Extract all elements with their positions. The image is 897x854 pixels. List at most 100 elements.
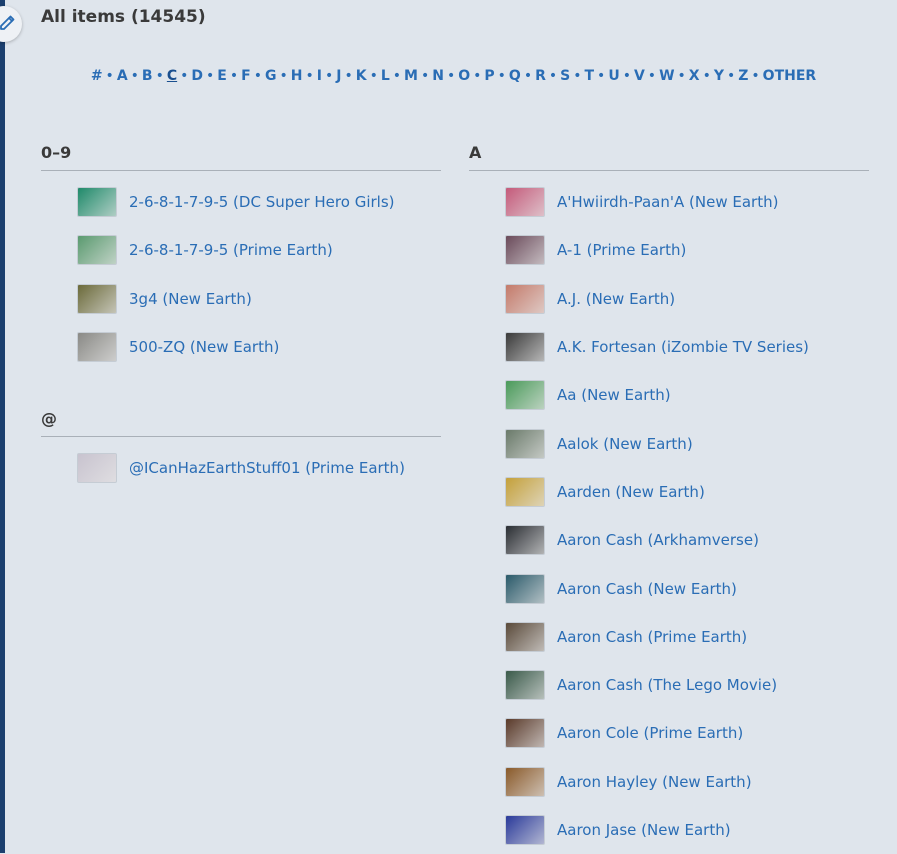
list-item: Aaron Cash (Arkhamverse) — [469, 516, 869, 564]
nav-letter-v[interactable]: V — [634, 68, 645, 84]
item-thumbnail[interactable] — [505, 670, 545, 701]
item-thumbnail[interactable] — [505, 573, 545, 604]
item-link[interactable]: A'Hwiirdh-Paan'A (New Earth) — [557, 193, 778, 211]
item-link[interactable]: Aa (New Earth) — [557, 386, 671, 404]
item-thumbnail[interactable] — [505, 187, 545, 218]
nav-letter-l[interactable]: L — [381, 68, 390, 84]
nav-separator: • — [369, 68, 378, 84]
item-thumbnail[interactable] — [505, 283, 545, 314]
nav-letter-s[interactable]: S — [560, 68, 570, 84]
item-thumbnail[interactable] — [505, 766, 545, 797]
item-thumbnail[interactable] — [505, 525, 545, 556]
item-thumbnail[interactable] — [77, 283, 117, 314]
list-item: A.J. (New Earth) — [469, 275, 869, 323]
item-thumbnail[interactable] — [77, 235, 117, 266]
section-a: A A'Hwiirdh-Paan'A (New Earth) A-1 (Prime… — [469, 143, 869, 854]
nav-separator: • — [726, 68, 736, 84]
list-item: Aalok (New Earth) — [469, 419, 869, 467]
item-thumbnail[interactable] — [505, 718, 545, 749]
section-heading: A — [469, 143, 869, 171]
item-list: A'Hwiirdh-Paan'A (New Earth) A-1 (Prime E… — [469, 171, 869, 854]
nav-letter-t[interactable]: T — [584, 68, 594, 84]
nav-letter-d[interactable]: D — [191, 68, 203, 84]
nav-letter-b[interactable]: B — [142, 68, 153, 84]
nav-letter-y[interactable]: Y — [714, 68, 724, 84]
section-0-9: 0–9 2-6-8-1-7-9-5 (DC Super Hero Girls) 2… — [41, 143, 441, 371]
item-thumbnail[interactable] — [77, 453, 117, 484]
nav-letter-k[interactable]: K — [356, 68, 367, 84]
nav-separator: • — [344, 68, 353, 84]
item-link[interactable]: @ICanHazEarthStuff01 (Prime Earth) — [129, 459, 405, 477]
nav-letter-i[interactable]: I — [317, 68, 322, 84]
list-item: @ICanHazEarthStuff01 (Prime Earth) — [41, 444, 441, 492]
item-link[interactable]: Aaron Cash (The Lego Movie) — [557, 676, 777, 694]
nav-letter-hash[interactable]: # — [91, 68, 103, 84]
nav-letter-p[interactable]: P — [484, 68, 494, 84]
nav-separator: • — [597, 68, 606, 84]
nav-separator: • — [473, 68, 482, 84]
section-heading: @ — [41, 409, 441, 438]
item-link[interactable]: Aalok (New Earth) — [557, 435, 693, 453]
item-link[interactable]: A-1 (Prime Earth) — [557, 241, 686, 259]
left-column: 0–9 2-6-8-1-7-9-5 (DC Super Hero Girls) 2… — [41, 143, 441, 492]
item-thumbnail[interactable] — [77, 187, 117, 218]
nav-letter-o[interactable]: O — [458, 68, 470, 84]
nav-letter-g[interactable]: G — [265, 68, 277, 84]
right-column: A A'Hwiirdh-Paan'A (New Earth) A-1 (Prime… — [469, 143, 869, 854]
item-link[interactable]: Aaron Cash (New Earth) — [557, 580, 737, 598]
item-thumbnail[interactable] — [505, 815, 545, 845]
item-link[interactable]: Aaron Cash (Prime Earth) — [557, 628, 747, 646]
item-thumbnail[interactable] — [505, 476, 545, 507]
list-item: A-1 (Prime Earth) — [469, 226, 869, 274]
item-link[interactable]: Aaron Jase (New Earth) — [557, 821, 731, 839]
item-thumbnail[interactable] — [77, 332, 117, 363]
nav-letter-e[interactable]: E — [217, 68, 227, 84]
list-item: Aaron Cash (Prime Earth) — [469, 613, 869, 661]
item-thumbnail[interactable] — [505, 332, 545, 363]
edit-button[interactable] — [0, 6, 22, 42]
nav-separator: • — [392, 68, 402, 84]
item-link[interactable]: 2-6-8-1-7-9-5 (Prime Earth) — [129, 241, 333, 259]
nav-letter-n[interactable]: N — [432, 68, 444, 84]
list-item: Aaron Cole (Prime Earth) — [469, 709, 869, 757]
nav-letter-w[interactable]: W — [659, 68, 674, 84]
nav-separator: • — [751, 68, 760, 84]
nav-separator: • — [279, 68, 288, 84]
nav-letter-z[interactable]: Z — [738, 68, 748, 84]
item-link[interactable]: Aaron Hayley (New Earth) — [557, 773, 752, 791]
list-item: Aaron Hayley (New Earth) — [469, 758, 869, 806]
item-thumbnail[interactable] — [505, 621, 545, 652]
item-thumbnail[interactable] — [505, 235, 545, 266]
item-thumbnail[interactable] — [505, 428, 545, 459]
nav-letter-u[interactable]: U — [608, 68, 619, 84]
item-link[interactable]: Aaron Cash (Arkhamverse) — [557, 531, 759, 549]
nav-letter-h[interactable]: H — [291, 68, 303, 84]
nav-separator: • — [677, 68, 686, 84]
nav-separator: • — [229, 68, 239, 84]
nav-letter-c[interactable]: C — [167, 68, 177, 84]
nav-separator: • — [497, 68, 506, 84]
list-item: 3g4 (New Earth) — [41, 275, 441, 323]
nav-letter-other[interactable]: OTHER — [763, 68, 817, 84]
list-item: Aaron Cash (New Earth) — [469, 564, 869, 612]
nav-letter-x[interactable]: X — [689, 68, 700, 84]
item-link[interactable]: Aaron Cole (Prime Earth) — [557, 724, 743, 742]
section-at: @ @ICanHazEarthStuff01 (Prime Earth) — [41, 409, 441, 492]
item-link[interactable]: Aarden (New Earth) — [557, 483, 705, 501]
item-link[interactable]: 500-ZQ (New Earth) — [129, 338, 279, 356]
nav-letter-j[interactable]: J — [336, 68, 341, 84]
nav-letter-r[interactable]: R — [535, 68, 546, 84]
nav-letter-f[interactable]: F — [241, 68, 251, 84]
nav-separator: • — [647, 68, 657, 84]
item-link[interactable]: A.J. (New Earth) — [557, 290, 675, 308]
nav-letter-m[interactable]: M — [404, 68, 418, 84]
list-item: Aarden (New Earth) — [469, 468, 869, 516]
nav-letter-q[interactable]: Q — [509, 68, 521, 84]
nav-letter-a[interactable]: A — [117, 68, 128, 84]
item-link[interactable]: 2-6-8-1-7-9-5 (DC Super Hero Girls) — [129, 193, 395, 211]
item-thumbnail[interactable] — [505, 380, 545, 411]
item-link[interactable]: A.K. Fortesan (iZombie TV Series) — [557, 338, 809, 356]
item-link[interactable]: 3g4 (New Earth) — [129, 290, 252, 308]
nav-separator: • — [622, 68, 631, 84]
list-item: 500-ZQ (New Earth) — [41, 323, 441, 371]
